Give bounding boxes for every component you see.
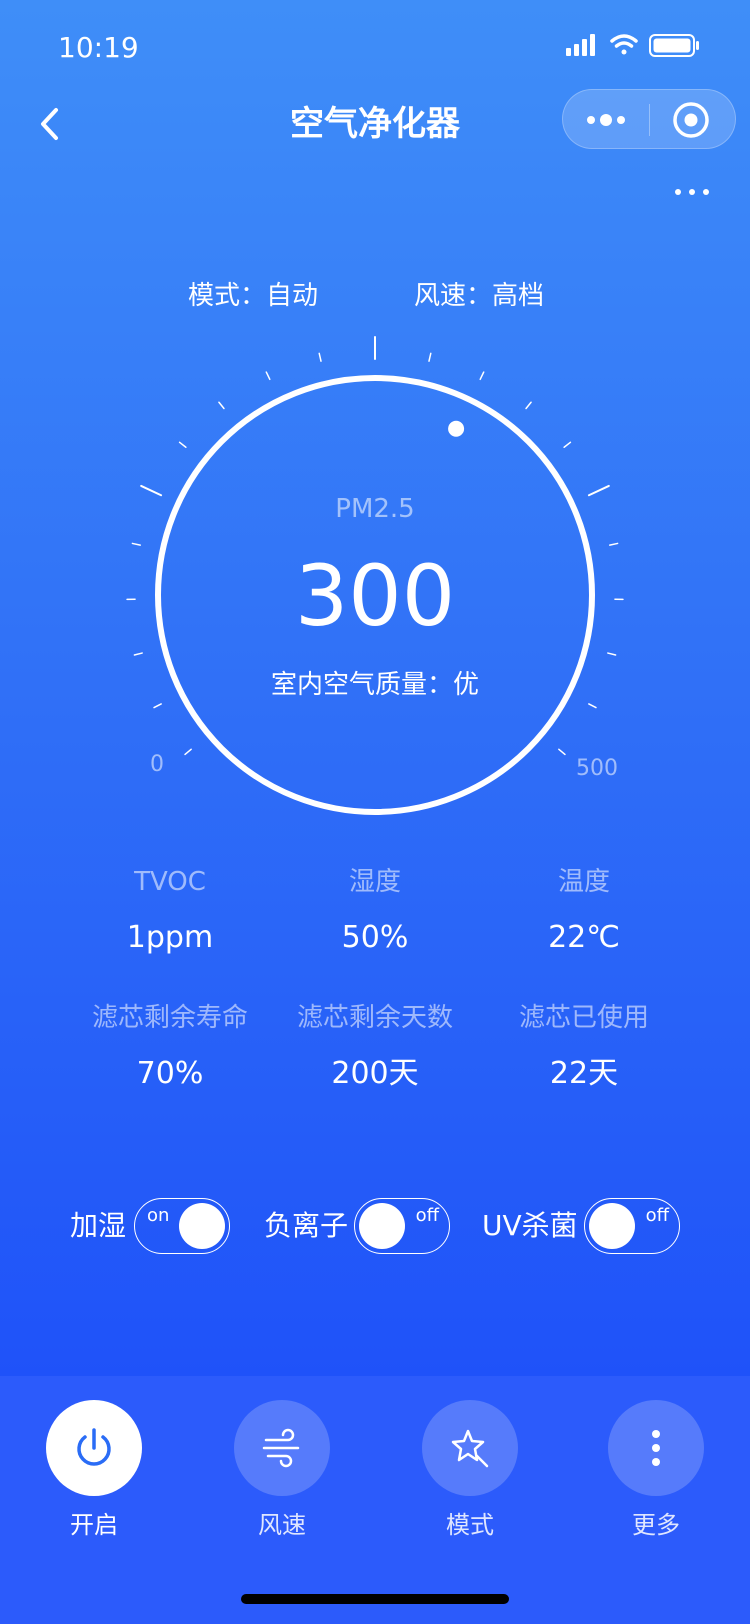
nav-bar: 空气净化器 (0, 82, 750, 170)
action-label: 更多 (632, 1511, 680, 1539)
home-indicator (241, 1594, 509, 1604)
wind-icon (262, 1428, 300, 1468)
stat-value: 22℃ (548, 920, 620, 955)
switch-knob (179, 1203, 225, 1249)
gauge-scale-max: 500 (576, 756, 618, 781)
air-quality-text: 室内空气质量：优 (270, 670, 479, 700)
stat-label: 温度 (557, 867, 610, 897)
status-time: 10:19 (58, 31, 139, 64)
gauge-minor-tick (153, 703, 162, 709)
wind-action[interactable]: 风速 (212, 1400, 352, 1540)
power-button[interactable] (46, 1400, 142, 1496)
stat-filter-days-used: 滤芯已使用 22天 (459, 1000, 709, 1094)
power-icon (77, 1428, 111, 1466)
signal-icon (566, 34, 595, 56)
more-vertical-icon (652, 1430, 660, 1466)
gauge-minor-tick (563, 441, 572, 448)
wind-button[interactable] (234, 1400, 330, 1496)
toggle-label: 负离子 (264, 1209, 349, 1242)
gauge-minor-tick (609, 542, 619, 546)
gauge-minor-tick (133, 652, 143, 656)
toggle-uv: UV杀菌 off (482, 1196, 682, 1256)
mode-action[interactable]: 模式 (400, 1400, 540, 1540)
gauge-minor-tick (428, 352, 432, 362)
switch-state: on (147, 1205, 170, 1226)
uv-switch[interactable]: off (584, 1198, 680, 1254)
gauge-minor-tick (607, 652, 617, 656)
bottom-action-bar: 开启 风速 模式 更多 (0, 1376, 750, 1624)
switch-state: off (645, 1205, 669, 1226)
gauge-minor-tick (525, 401, 532, 410)
action-label: 开启 (70, 1511, 118, 1539)
more-action[interactable]: 更多 (586, 1400, 726, 1540)
feature-toggles: 加湿 on 负离子 off UV杀菌 off (0, 1196, 750, 1256)
pm25-value: 300 (294, 547, 456, 645)
action-label: 模式 (446, 1511, 494, 1539)
toggle-humidify: 加湿 on (70, 1196, 230, 1256)
gauge-minor-tick (558, 748, 566, 756)
gauge-minor-tick (218, 401, 225, 410)
wifi-icon (610, 34, 638, 55)
gauge-minor-tick (184, 748, 192, 756)
mode-star-icon (451, 1429, 489, 1468)
capsule-close-icon[interactable] (671, 100, 711, 140)
battery-icon (649, 34, 699, 57)
toggle-label: UV杀菌 (482, 1209, 578, 1242)
switch-knob (359, 1203, 405, 1249)
mini-program-capsule (562, 89, 736, 149)
gauge-minor-tick (178, 441, 187, 448)
stat-label: 滤芯已使用 (518, 1003, 649, 1033)
mode-button[interactable] (422, 1400, 518, 1496)
anion-switch[interactable]: off (354, 1198, 450, 1254)
gauge-indicator-dot (448, 420, 465, 437)
gauge-scale-min: 0 (150, 752, 164, 777)
more-options-icon[interactable] (672, 178, 712, 206)
gauge-minor-tick (265, 371, 271, 381)
power-action[interactable]: 开启 (24, 1400, 164, 1540)
gauge-minor-tick (479, 371, 485, 381)
mode-status: 模式：自动 (188, 281, 319, 311)
wind-speed-status: 风速：高档 (414, 281, 545, 311)
switch-knob (589, 1203, 635, 1249)
status-icons (566, 34, 699, 57)
gauge-minor-tick (318, 352, 322, 362)
toggle-anion: 负离子 off (264, 1196, 454, 1256)
switch-state: off (415, 1205, 439, 1226)
humidify-switch[interactable]: on (134, 1198, 230, 1254)
stat-value: 22天 (549, 1056, 619, 1091)
stat-temperature: 温度 22℃ (459, 864, 709, 958)
gauge-minor-tick (588, 703, 597, 709)
capsule-menu-icon[interactable] (581, 100, 631, 140)
pm25-label: PM2.5 (335, 494, 415, 524)
capsule-divider (649, 104, 650, 136)
action-label: 风速 (258, 1511, 306, 1539)
toggle-label: 加湿 (70, 1209, 127, 1242)
more-button[interactable] (608, 1400, 704, 1496)
status-bar: 10:19 (0, 0, 750, 90)
gauge-minor-tick (131, 542, 141, 546)
